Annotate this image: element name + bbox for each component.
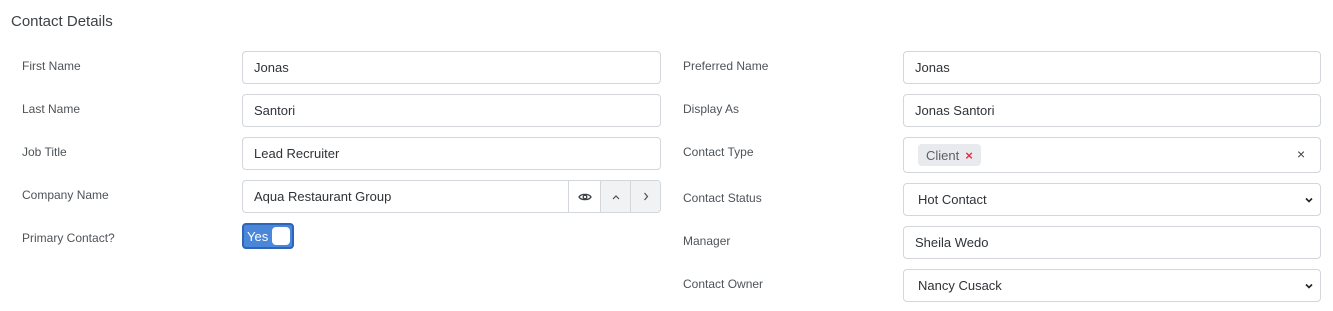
clear-selection-icon[interactable]: × [1297,146,1305,162]
first-name-label: First Name [22,59,81,73]
chevron-down-icon [1305,197,1313,203]
job-title-label: Job Title [22,145,67,159]
chevron-up-icon [612,194,619,199]
display-as-label: Display As [683,102,740,116]
first-name-input[interactable]: Jonas [242,51,661,84]
contact-owner-label: Contact Owner [683,277,764,291]
chevron-right-icon [643,192,648,201]
primary-contact-toggle[interactable]: Yes [242,223,294,249]
job-title-input[interactable]: Lead Recruiter [242,137,661,170]
company-open-button[interactable] [630,181,660,212]
company-name-group: Aqua Restaurant Group [242,180,661,213]
company-name-input[interactable]: Aqua Restaurant Group [243,181,568,212]
manager-label: Manager [683,234,731,248]
toggle-label: Yes [247,228,269,244]
contact-status-select[interactable]: Hot Contact [903,183,1321,216]
company-up-button[interactable] [600,181,630,212]
contact-owner-select[interactable]: Nancy Cusack [903,269,1321,302]
tag-label: Client [926,147,960,163]
section-title: Contact Details [11,13,113,30]
contact-owner-value: Nancy Cusack [918,278,1002,293]
preferred-name-input[interactable]: Jonas [903,51,1321,84]
primary-contact-label: Primary Contact? [22,231,115,245]
view-company-button[interactable] [568,181,600,212]
contact-type-label: Contact Type [683,145,754,159]
preferred-name-label: Preferred Name [683,59,769,73]
contact-type-tag: Client × [918,144,981,166]
chevron-down-icon [1305,283,1313,289]
manager-input[interactable]: Sheila Wedo [903,226,1321,259]
tag-remove-icon[interactable]: × [965,148,973,163]
last-name-label: Last Name [22,102,81,116]
last-name-input[interactable]: Santori [242,94,661,127]
company-name-label: Company Name [22,188,109,202]
display-as-input[interactable]: Jonas Santori [903,94,1321,127]
toggle-knob [272,227,290,245]
eye-icon [577,193,592,200]
contact-status-value: Hot Contact [918,192,987,207]
contact-status-label: Contact Status [683,191,762,205]
